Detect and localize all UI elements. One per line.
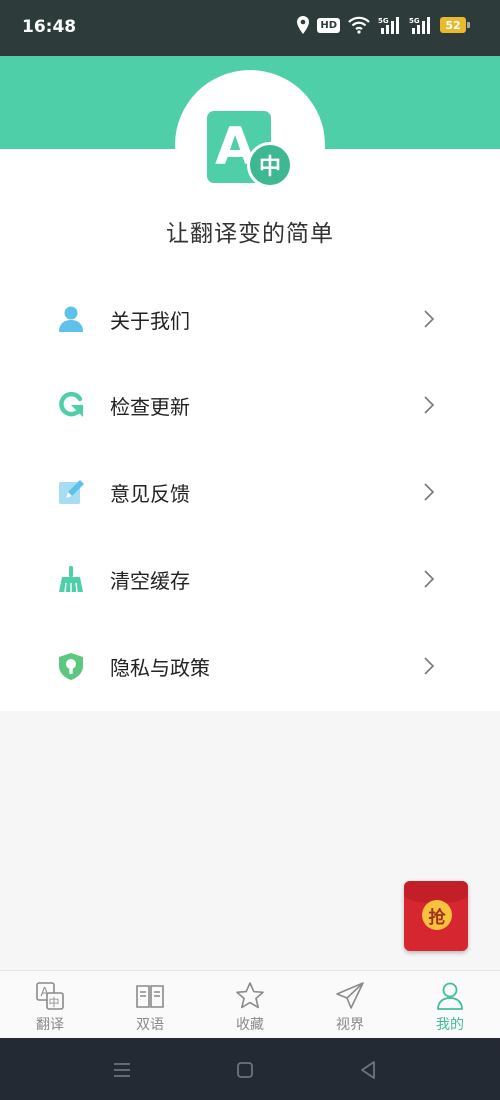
menu-item-clear-cache[interactable]: 清空缓存 — [0, 537, 500, 623]
tab-label: 我的 — [436, 1017, 464, 1033]
menu-item-check-update[interactable]: 检查更新 — [0, 363, 500, 449]
menu-item-label: 检查更新 — [110, 395, 190, 419]
red-packet-label: 抢 — [422, 900, 452, 930]
tab-translate[interactable]: A 中 翻译 — [0, 971, 100, 1039]
refresh-icon — [59, 391, 84, 417]
bottom-nav: A 中 翻译 双语 收藏 视界 我的 — [0, 970, 500, 1039]
chevron-right-icon — [424, 483, 435, 501]
menu-item-label: 清空缓存 — [110, 569, 190, 593]
book-icon — [136, 985, 164, 1008]
chevron-right-icon — [424, 570, 435, 588]
tab-label: 双语 — [136, 1017, 164, 1033]
edit-icon — [59, 480, 84, 504]
tab-bilingual[interactable]: 双语 — [100, 971, 200, 1039]
red-packet-button[interactable]: 抢 — [404, 881, 468, 951]
tab-favorites[interactable]: 收藏 — [200, 971, 300, 1039]
signal-5g-icon: 5G — [409, 17, 430, 34]
hd-icon: HD — [317, 17, 340, 33]
home-icon[interactable] — [234, 1059, 256, 1081]
tab-horizon[interactable]: 视界 — [300, 971, 400, 1039]
broom-icon — [59, 566, 83, 593]
menu-item-about-us[interactable]: 关于我们 — [0, 277, 500, 363]
location-icon — [297, 16, 310, 34]
profile-icon — [437, 982, 463, 1010]
svg-text:5G: 5G — [378, 17, 389, 25]
signal-5g-icon: 5G — [378, 17, 399, 34]
star-icon — [236, 982, 264, 1009]
menu-icon[interactable] — [111, 1059, 133, 1081]
menu-item-label: 隐私与政策 — [110, 656, 210, 680]
tab-label: 翻译 — [36, 1017, 64, 1033]
tab-label: 收藏 — [236, 1017, 264, 1033]
tab-mine[interactable]: 我的 — [400, 971, 500, 1039]
svg-text:中: 中 — [49, 996, 60, 1009]
battery-icon: 52 — [440, 17, 470, 33]
menu-item-feedback[interactable]: 意见反馈 — [0, 450, 500, 536]
system-nav-bar — [0, 1038, 500, 1100]
chevron-right-icon — [424, 310, 435, 328]
svg-text:5G: 5G — [409, 17, 420, 25]
chevron-right-icon — [424, 657, 435, 675]
status-time: 16:48 — [22, 17, 77, 37]
tab-label: 视界 — [336, 1017, 364, 1033]
user-icon — [59, 306, 83, 332]
chevron-right-icon — [424, 396, 435, 414]
logo-badge: 中 — [247, 142, 293, 188]
translate-icon: A 中 — [36, 982, 64, 1010]
menu-item-privacy-policy[interactable]: 隐私与政策 — [0, 624, 500, 710]
back-icon[interactable] — [357, 1059, 379, 1081]
status-icons: HD 5G 5G 52 — [296, 16, 470, 34]
app-slogan: 让翻译变的简单 — [166, 221, 334, 247]
menu-item-label: 关于我们 — [110, 309, 190, 333]
status-bar: 16:48 HD 5G 5G 52 — [0, 0, 500, 56]
shield-icon — [59, 653, 83, 680]
paper-plane-icon — [336, 982, 364, 1009]
menu-item-label: 意见反馈 — [110, 482, 190, 506]
wifi-icon — [348, 16, 370, 34]
